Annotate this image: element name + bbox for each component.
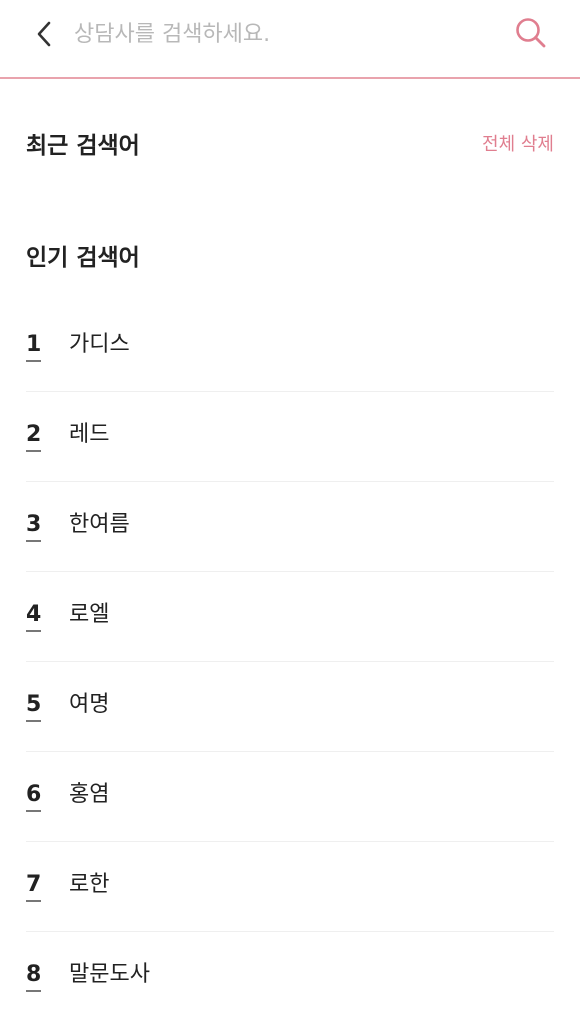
keyword-text: 말문도사 — [69, 962, 150, 987]
keyword-rank: 8 — [26, 964, 42, 992]
recent-searches-title: 최근 검색어 — [26, 133, 140, 159]
popular-keyword-item[interactable]: 7 로한 — [26, 842, 554, 932]
keyword-rank: 1 — [26, 334, 42, 362]
popular-keyword-item[interactable]: 8 말문도사 — [26, 932, 554, 1022]
popular-keyword-item[interactable]: 2 레드 — [26, 392, 554, 482]
keyword-text: 가디스 — [69, 332, 130, 357]
popular-keyword-list: 1 가디스 2 레드 3 한여름 4 로엘 5 여명 6 홍염 7 로한 8 말… — [26, 302, 554, 1022]
delete-all-button[interactable]: 전체 삭제 — [482, 130, 554, 156]
popular-keyword-item[interactable]: 1 가디스 — [26, 302, 554, 392]
keyword-rank: 4 — [26, 604, 42, 632]
search-button[interactable] — [510, 12, 552, 54]
keyword-rank: 6 — [26, 784, 42, 812]
search-input[interactable] — [74, 14, 494, 54]
keyword-text: 여명 — [69, 692, 110, 717]
keyword-rank: 3 — [26, 514, 42, 542]
keyword-rank: 2 — [26, 424, 42, 452]
keyword-rank: 7 — [26, 874, 42, 902]
keyword-text: 레드 — [69, 422, 110, 447]
search-header — [0, 0, 580, 79]
popular-keyword-item[interactable]: 6 홍염 — [26, 752, 554, 842]
keyword-text: 로한 — [69, 872, 110, 897]
search-icon — [516, 18, 546, 48]
popular-keyword-item[interactable]: 4 로엘 — [26, 572, 554, 662]
chevron-left-icon — [37, 21, 51, 47]
popular-keyword-item[interactable]: 5 여명 — [26, 662, 554, 752]
keyword-rank: 5 — [26, 694, 42, 722]
keyword-text: 한여름 — [69, 512, 130, 537]
popular-searches-title: 인기 검색어 — [26, 245, 140, 271]
popular-keyword-item[interactable]: 3 한여름 — [26, 482, 554, 572]
back-button[interactable] — [24, 14, 64, 54]
keyword-text: 홍염 — [69, 782, 110, 807]
keyword-text: 로엘 — [69, 602, 110, 627]
